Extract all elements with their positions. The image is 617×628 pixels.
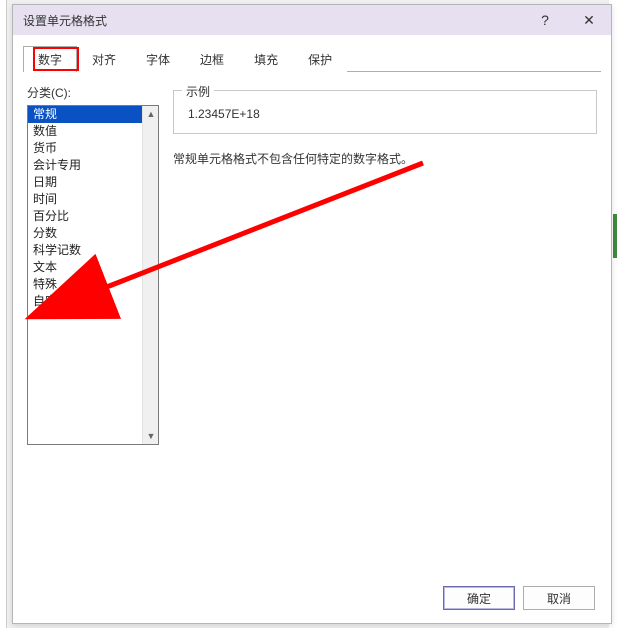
scroll-down-button[interactable]: ▼	[143, 428, 159, 444]
category-label: 分类(C):	[27, 84, 159, 101]
help-button[interactable]: ?	[523, 5, 567, 35]
category-item-scientific[interactable]: 科学记数	[28, 242, 158, 259]
category-item-accounting[interactable]: 会计专用	[28, 157, 158, 174]
tab-label: 填充	[254, 53, 278, 67]
tab-protection[interactable]: 保护	[293, 46, 347, 72]
tab-content-number: 分类(C): 常规 数值 货币 会计专用 日期 时间 百分比 分数 科学记数 文…	[13, 72, 611, 532]
ok-button[interactable]: 确定	[443, 586, 515, 610]
sample-value: 1.23457E+18	[186, 101, 586, 123]
category-item-currency[interactable]: 货币	[28, 140, 158, 157]
category-item-text[interactable]: 文本	[28, 259, 158, 276]
category-item-time[interactable]: 时间	[28, 191, 158, 208]
category-scrollbar[interactable]: ▲ ▼	[142, 106, 158, 444]
close-icon: ✕	[583, 12, 595, 29]
list-item-label: 科学记数	[33, 243, 81, 257]
tab-label: 数字	[38, 53, 62, 67]
category-item-percentage[interactable]: 百分比	[28, 208, 158, 225]
tab-label: 字体	[146, 53, 170, 67]
dialog-footer: 确定 取消	[13, 573, 611, 623]
tab-font[interactable]: 字体	[131, 46, 185, 72]
app-left-separator	[6, 0, 7, 628]
list-item-label: 数值	[33, 124, 57, 138]
category-listbox[interactable]: 常规 数值 货币 会计专用 日期 时间 百分比 分数 科学记数 文本 特殊 自定…	[27, 105, 159, 445]
button-label: 取消	[547, 590, 571, 607]
tab-fill[interactable]: 填充	[239, 46, 293, 72]
list-item-label: 常规	[33, 107, 57, 121]
category-item-general[interactable]: 常规	[28, 106, 158, 123]
list-item-label: 百分比	[33, 209, 69, 223]
titlebar: 设置单元格格式 ? ✕	[13, 5, 611, 35]
scroll-up-button[interactable]: ▲	[143, 106, 159, 122]
app-right-accent	[613, 214, 617, 258]
close-button[interactable]: ✕	[567, 5, 611, 35]
format-cells-dialog: 设置单元格格式 ? ✕ 数字 对齐 字体 边框 填充 保护 分类(C): 常规 …	[12, 4, 612, 624]
format-description: 常规单元格格式不包含任何特定的数字格式。	[173, 150, 597, 169]
category-item-custom[interactable]: 自定义	[28, 293, 158, 310]
category-item-number[interactable]: 数值	[28, 123, 158, 140]
chevron-up-icon: ▲	[147, 109, 156, 119]
list-item-label: 文本	[33, 260, 57, 274]
category-item-date[interactable]: 日期	[28, 174, 158, 191]
category-item-special[interactable]: 特殊	[28, 276, 158, 293]
sample-group: 示例 1.23457E+18	[173, 90, 597, 134]
help-icon: ?	[541, 12, 549, 28]
tab-label: 边框	[200, 53, 224, 67]
list-item-label: 时间	[33, 192, 57, 206]
tab-border[interactable]: 边框	[185, 46, 239, 72]
cancel-button[interactable]: 取消	[523, 586, 595, 610]
list-item-label: 自定义	[33, 294, 69, 308]
list-item-label: 分数	[33, 226, 57, 240]
list-item-label: 日期	[33, 175, 57, 189]
category-item-fraction[interactable]: 分数	[28, 225, 158, 242]
list-item-label: 会计专用	[33, 158, 81, 172]
dialog-title: 设置单元格格式	[23, 12, 523, 29]
tab-number[interactable]: 数字	[23, 46, 77, 72]
list-item-label: 货币	[33, 141, 57, 155]
tab-label: 保护	[308, 53, 332, 67]
tab-alignment[interactable]: 对齐	[77, 46, 131, 72]
details-column: 示例 1.23457E+18 常规单元格格式不包含任何特定的数字格式。	[173, 84, 597, 532]
category-column: 分类(C): 常规 数值 货币 会计专用 日期 时间 百分比 分数 科学记数 文…	[27, 84, 159, 532]
tabs: 数字 对齐 字体 边框 填充 保护	[13, 35, 611, 71]
list-item-label: 特殊	[33, 277, 57, 291]
sample-label: 示例	[182, 83, 214, 100]
button-label: 确定	[467, 590, 491, 607]
tab-label: 对齐	[92, 53, 116, 67]
chevron-down-icon: ▼	[147, 431, 156, 441]
